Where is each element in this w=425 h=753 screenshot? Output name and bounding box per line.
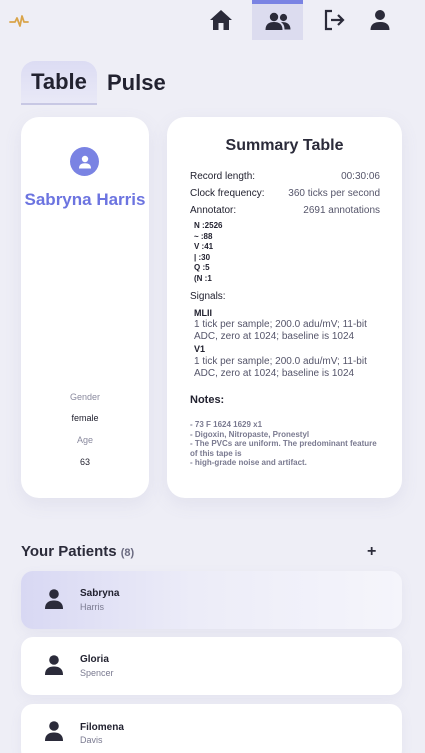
annotation-count: V :41 <box>194 242 214 252</box>
annotation-count: (N :1 <box>194 273 212 283</box>
clock-frequency-label: Clock frequency: <box>190 188 265 199</box>
patient-icon <box>45 655 63 675</box>
patient-list-item[interactable]: Sabryna Harris <box>21 571 402 629</box>
signal-name: V1 <box>194 344 206 354</box>
patient-list-item[interactable]: Gloria Spencer <box>21 637 402 695</box>
signal-description: 1 tick per sample; 200.0 adu/mV; 11-bit … <box>194 319 367 342</box>
view-tabs: Table Pulse <box>21 61 176 105</box>
age-value: 63 <box>79 457 90 467</box>
notes-label: Notes: <box>190 394 225 406</box>
tab-table[interactable]: Table <box>21 61 97 105</box>
summary-title: Summary Table <box>225 137 344 154</box>
annotation-count: N :2526 <box>194 221 223 230</box>
pulse-icon[interactable] <box>9 12 29 30</box>
annotator-label: Annotator: <box>190 205 237 216</box>
patient-icon <box>45 589 63 609</box>
record-length-row: Record length: 00:30:06 <box>190 171 380 182</box>
patient-card: Sabryna Harris Gender female Age 63 <box>21 117 149 498</box>
patient-first-name: Sabryna <box>80 588 120 599</box>
signal-name: MLII <box>194 308 212 318</box>
notes: - 73 F 1624 1629 x1 - Digoxin, Nitropast… <box>190 420 385 468</box>
patients-icon <box>265 12 290 30</box>
patient-icon <box>45 721 63 741</box>
annotation-counts: N :2526 ~ :88 V :41 | :30 Q :5 (N :1 <box>194 221 222 285</box>
logout-icon <box>324 9 345 31</box>
logout-button[interactable] <box>318 0 350 40</box>
patient-last-name: Harris <box>80 602 104 612</box>
clock-frequency-value: 360 ticks per second <box>288 188 380 199</box>
patient-last-name: Spencer <box>80 668 114 678</box>
patient-name: Sabryna Harris <box>24 190 146 209</box>
annotation-count: | :30 <box>194 252 211 262</box>
patient-first-name: Filomena <box>80 722 124 733</box>
signals-label: Signals: <box>190 291 226 302</box>
annotation-count: Q :5 <box>194 263 210 273</box>
summary-card: Summary Table Record length: 00:30:06 Cl… <box>167 117 402 498</box>
home-icon <box>210 10 232 30</box>
home-button[interactable] <box>203 0 239 40</box>
patients-button[interactable] <box>252 0 303 40</box>
patients-list-title: Your Patients (8) <box>21 543 134 560</box>
clock-frequency-row: Clock frequency: 360 ticks per second <box>190 188 380 199</box>
patients-count: (8) <box>120 547 135 559</box>
add-patient-button[interactable]: + <box>367 543 381 561</box>
profile-icon <box>370 10 390 30</box>
top-navigation <box>0 0 425 42</box>
patients-list-title-text: Your Patients <box>21 543 117 560</box>
note-line: - The PVCs are uniform. The predominant … <box>190 439 377 458</box>
patient-list-item[interactable]: Filomena Davis <box>21 704 402 753</box>
age-label: Age <box>76 435 93 445</box>
record-length-label: Record length: <box>190 171 256 182</box>
note-line: - 73 F 1624 1629 x1 <box>190 420 263 429</box>
patient-last-name: Davis <box>80 735 103 745</box>
profile-button[interactable] <box>364 0 396 40</box>
annotation-count: ~ :88 <box>194 231 213 241</box>
tab-pulse[interactable]: Pulse <box>97 61 176 105</box>
signal-description: 1 tick per sample; 200.0 adu/mV; 11-bit … <box>194 356 367 379</box>
annotator-row: Annotator: 2691 annotations <box>190 205 380 216</box>
patient-first-name: Gloria <box>80 654 109 665</box>
gender-label: Gender <box>69 392 101 402</box>
note-line: - Digoxin, Nitropaste, Pronestyl <box>190 429 310 439</box>
avatar <box>70 147 99 176</box>
user-icon <box>78 155 91 168</box>
gender-value: female <box>71 413 99 423</box>
record-length-value: 00:30:06 <box>341 171 380 182</box>
note-line: - high-grade noise and artifact. <box>190 458 307 468</box>
annotator-value: 2691 annotations <box>303 205 380 216</box>
